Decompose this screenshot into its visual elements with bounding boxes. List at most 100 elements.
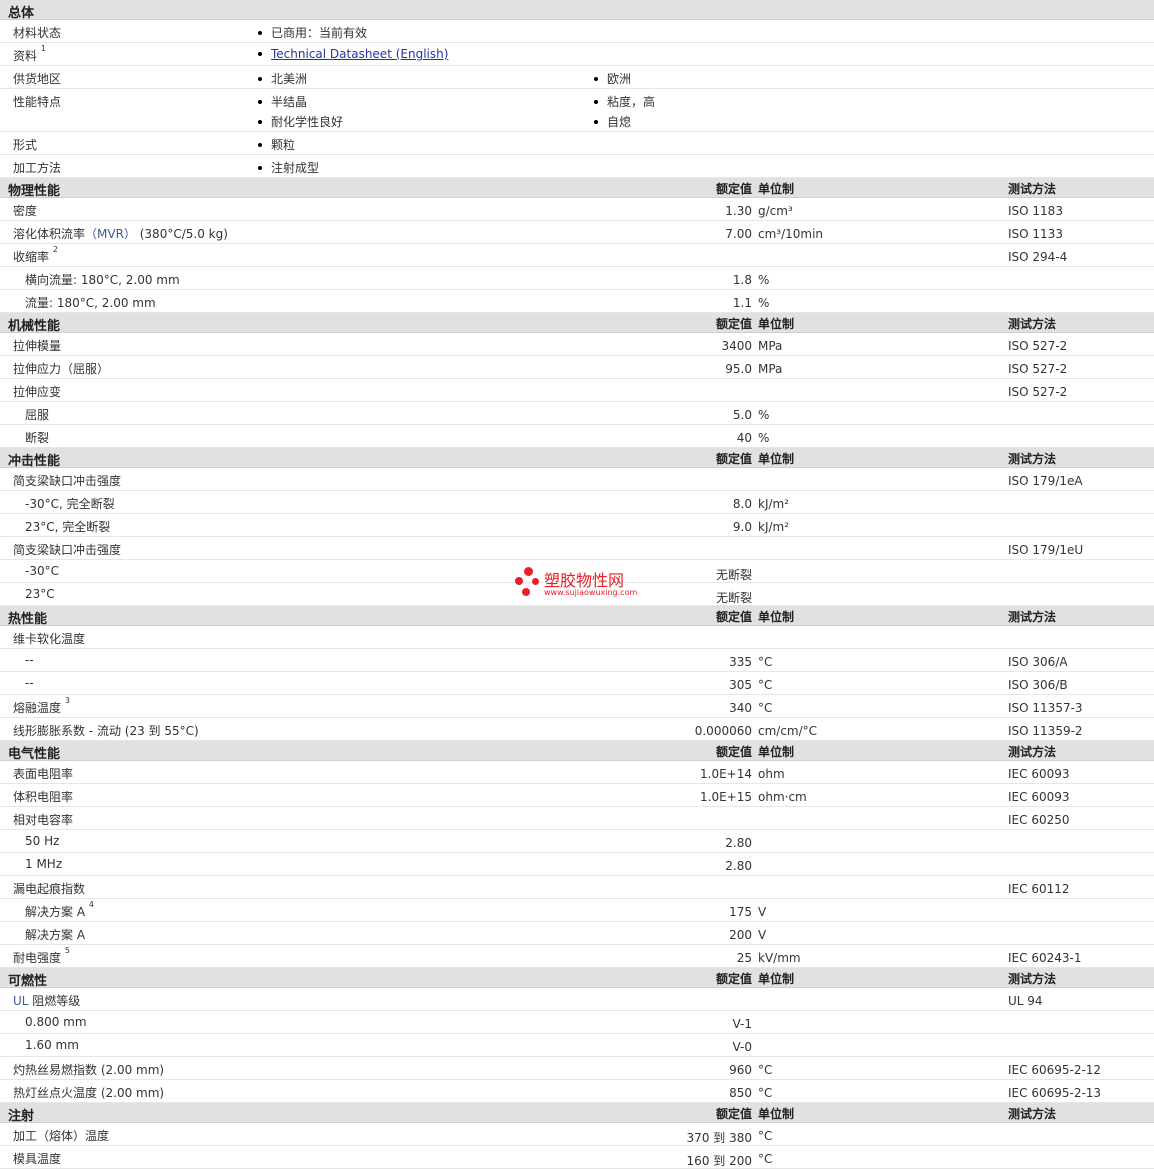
test-method: ISO 306/B: [1008, 678, 1068, 692]
watermark-url: www.sujiaowuxing.com: [544, 588, 638, 597]
property-row: 简支梁缺口冲击强度 ISO 179/1eU: [0, 537, 1154, 560]
property-row: 溶化体积流率（MVR） (380°C/5.0 kg) 7.00 cm³/10min I…: [0, 221, 1154, 244]
property-row: 1 MHz 2.80: [0, 853, 1154, 876]
property-name: 模具温度: [13, 1152, 62, 1166]
column-header-unit: 单位制: [758, 317, 795, 331]
column-header-nominal: 额定值: [715, 317, 752, 331]
section-title: 可燃性: [8, 974, 48, 989]
general-row: 加工方法 注射成型: [0, 155, 1154, 178]
test-method: ISO 294-4: [1008, 250, 1068, 264]
property-name: --: [25, 653, 34, 667]
unit-value: ohm: [758, 767, 785, 781]
property-row: 0.800 mm V-1: [0, 1011, 1154, 1034]
logo-dot: [515, 577, 523, 585]
bullet-text: 注射成型: [271, 161, 320, 175]
property-name: 拉伸模量: [13, 339, 62, 353]
nominal-value: 1.1: [732, 296, 752, 310]
bullet-text: 颗粒: [271, 138, 296, 152]
property-label: 解决方案 A: [25, 926, 85, 943]
property-name: 横向流量: 180°C, 2.00 mm: [25, 273, 180, 287]
property-name: 密度: [13, 204, 38, 218]
nominal-value: 7.00: [725, 227, 752, 241]
property-row: 热灯丝点火温度 (2.00 mm) 850 °C IEC 60695-2-13: [0, 1080, 1154, 1103]
property-name: 1.60 mm: [25, 1038, 79, 1052]
column-header-nominal: 额定值: [715, 610, 752, 624]
property-label: 溶化体积流率（MVR） (380°C/5.0 kg): [13, 225, 228, 242]
property-name: 0.800 mm: [25, 1015, 87, 1029]
property-label: 维卡软化温度: [13, 630, 85, 647]
property-label: 热灯丝点火温度 (2.00 mm): [13, 1084, 164, 1101]
property-label: 断裂: [25, 429, 49, 446]
bullet-item[interactable]: Technical Datasheet (English): [258, 47, 448, 61]
property-row: 密度 1.30 g/cm³ ISO 1183: [0, 198, 1154, 221]
nominal-value: 370 到 380: [686, 1131, 752, 1145]
general-row: 材料状态 已商用：当前有效: [0, 20, 1154, 43]
property-label: 密度: [13, 202, 37, 219]
section-header: 可燃性 额定值 单位制 测试方法: [0, 968, 1154, 989]
general-row: 性能特点 半结晶 粘度，高 耐化学性良好 自熄: [0, 89, 1154, 132]
property-abbrev: UL: [13, 994, 29, 1008]
property-condition: 阻燃等级: [28, 994, 81, 1008]
unit-value: %: [758, 273, 770, 287]
property-row: 拉伸模量 3400 MPa ISO 527-2: [0, 333, 1154, 356]
footnote-marker: 3: [64, 696, 70, 705]
row-label-text: 资料: [13, 49, 38, 63]
property-name: 流量: 180°C, 2.00 mm: [25, 296, 156, 310]
property-row: 加工（熔体）温度 370 到 380 °C: [0, 1123, 1154, 1146]
column-header-test: 测试方法: [1008, 452, 1057, 466]
property-label: 横向流量: 180°C, 2.00 mm: [25, 271, 180, 288]
unit-value: g/cm³: [758, 204, 793, 218]
property-name: 50 Hz: [25, 834, 60, 848]
row-label-text: 形式: [13, 138, 38, 152]
property-row: 流量: 180°C, 2.00 mm 1.1%: [0, 290, 1154, 313]
property-abbrev: （MVR）: [85, 227, 136, 241]
property-label: 流量: 180°C, 2.00 mm: [25, 294, 156, 311]
nominal-value: 25: [736, 951, 752, 965]
property-name: 热灯丝点火温度 (2.00 mm): [13, 1086, 165, 1100]
property-label: 简支梁缺口冲击强度: [13, 472, 121, 489]
property-row: 拉伸应变 ISO 527-2: [0, 379, 1154, 402]
bullet-icon: [594, 99, 598, 104]
bullet-item: 注射成型: [258, 159, 319, 176]
nominal-value: 3400: [721, 339, 752, 353]
property-label: 表面电阻率: [13, 765, 73, 782]
property-name: 拉伸应变: [13, 385, 62, 399]
section-header: 物理性能 额定值 单位制 测试方法: [0, 178, 1154, 199]
general-row: 供货地区 北美洲 欧洲: [0, 66, 1154, 89]
property-name: 耐电强度: [13, 951, 62, 965]
datasheet-link[interactable]: Technical Datasheet (English): [271, 47, 448, 61]
property-name: -30°C, 完全断裂: [25, 497, 115, 511]
property-name: 23°C, 完全断裂: [25, 520, 111, 534]
nominal-value: 1.0E+14: [700, 767, 752, 781]
property-label: 拉伸应力（屈服）: [13, 360, 109, 377]
bullet-item: 自熄: [594, 113, 631, 130]
section-title: 热性能: [8, 612, 48, 627]
property-row: 断裂 40%: [0, 425, 1154, 448]
nominal-value: 160 到 200: [686, 1154, 752, 1168]
bullet-text: 欧洲: [607, 72, 632, 86]
column-header-unit: 单位制: [758, 1107, 795, 1121]
property-row: -30°C, 完全断裂 8.0 kJ/m²: [0, 491, 1154, 514]
bullet-item: 半结晶: [258, 93, 307, 110]
section-title: 机械性能: [8, 319, 61, 334]
property-name: 相对电容率: [13, 813, 74, 827]
watermark-logo: 塑胶物性网 www.sujiaowuxing.com: [512, 563, 652, 601]
test-method: IEC 60112: [1008, 882, 1070, 896]
test-method: IEC 60250: [1008, 813, 1070, 827]
property-row: 50 Hz 2.80: [0, 830, 1154, 853]
property-label: 23°C: [25, 587, 55, 601]
test-method: ISO 11357-3: [1008, 701, 1083, 715]
test-method: ISO 179/1eA: [1008, 474, 1083, 488]
bullet-icon: [258, 76, 262, 81]
bullet-icon: [258, 99, 262, 104]
property-label: 屈服: [25, 406, 49, 423]
property-label: 漏电起痕指数: [13, 880, 85, 897]
property-label: -30°C, 完全断裂: [25, 495, 115, 512]
row-label-text: 供货地区: [13, 72, 62, 86]
property-label: UL 阻燃等级: [13, 992, 80, 1009]
column-header-nominal: 额定值: [715, 182, 752, 196]
row-label-text: 材料状态: [13, 26, 62, 40]
property-name: 1 MHz: [25, 857, 63, 871]
section-title: 冲击性能: [8, 454, 61, 469]
nominal-value: 175: [729, 905, 752, 919]
